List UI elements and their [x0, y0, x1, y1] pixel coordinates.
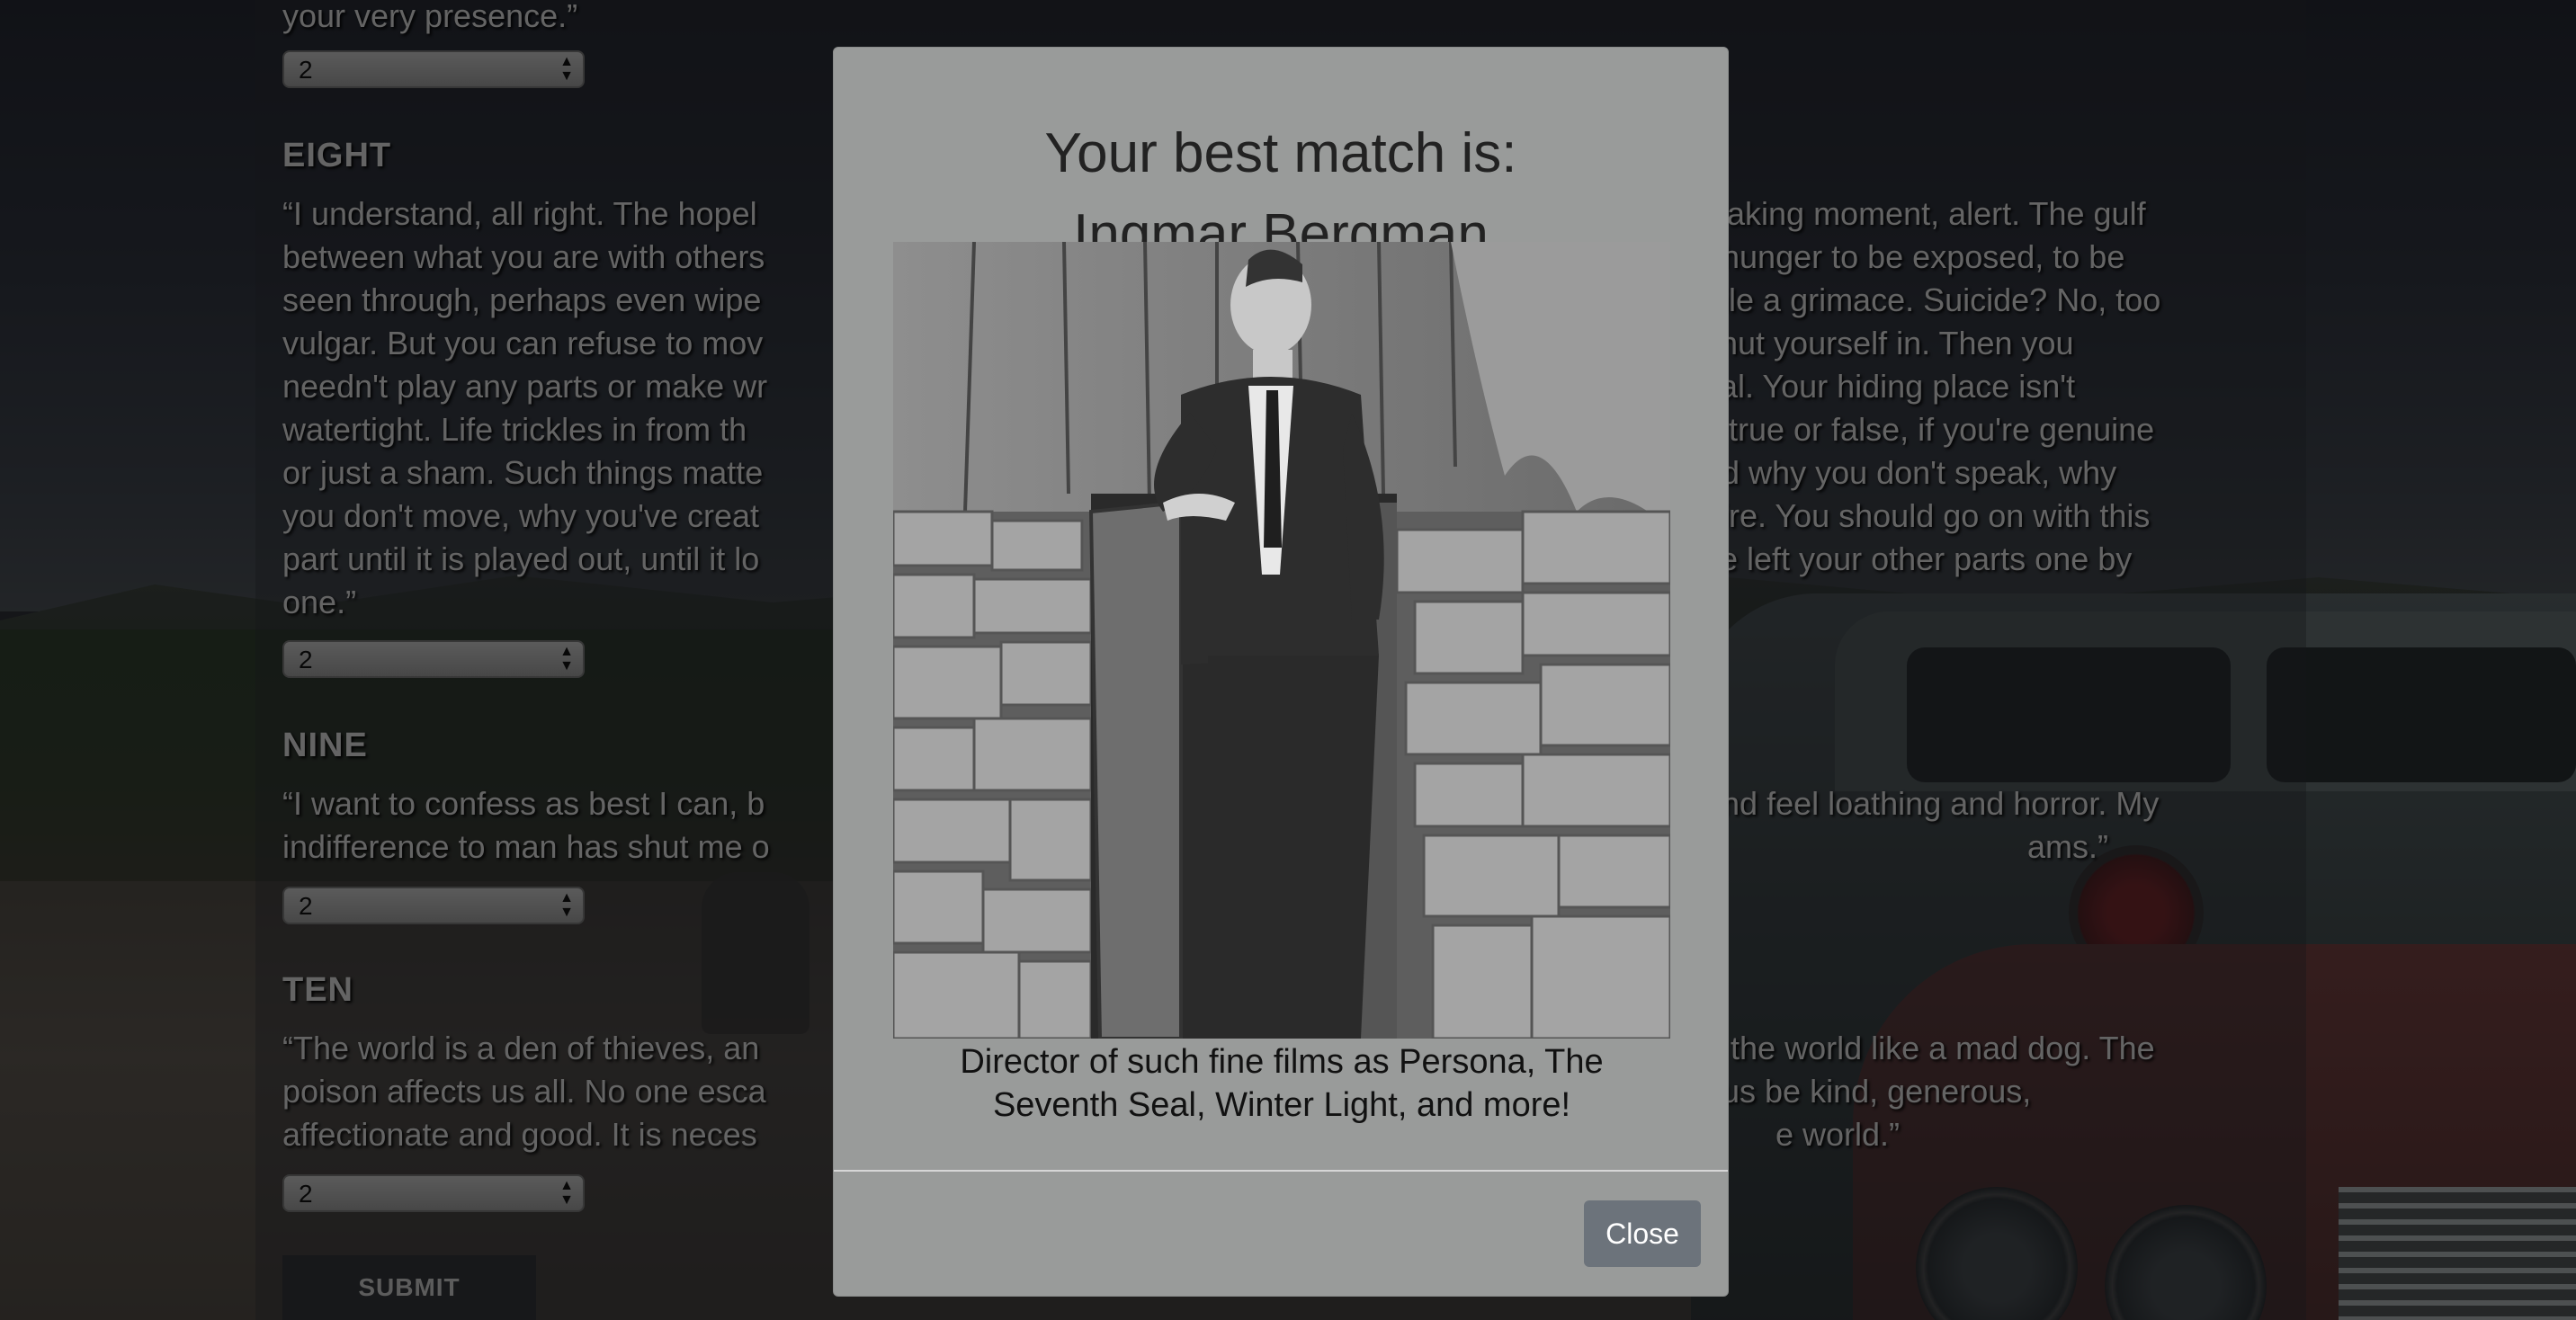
- match-description: Director of such fine films as Persona, …: [906, 1040, 1658, 1127]
- close-button[interactable]: Close: [1584, 1200, 1701, 1267]
- modal-footer-divider: [834, 1170, 1728, 1172]
- match-photo-image: [893, 242, 1670, 1039]
- modal-title: Your best match is:: [1044, 122, 1517, 184]
- match-description-line: Director of such fine films as Persona, …: [960, 1043, 1604, 1081]
- match-photo: [893, 242, 1670, 1039]
- result-modal: Your best match is: Ingmar Bergman Direc…: [833, 47, 1729, 1297]
- match-description-line: Seventh Seal, Winter Light, and more!: [992, 1086, 1571, 1124]
